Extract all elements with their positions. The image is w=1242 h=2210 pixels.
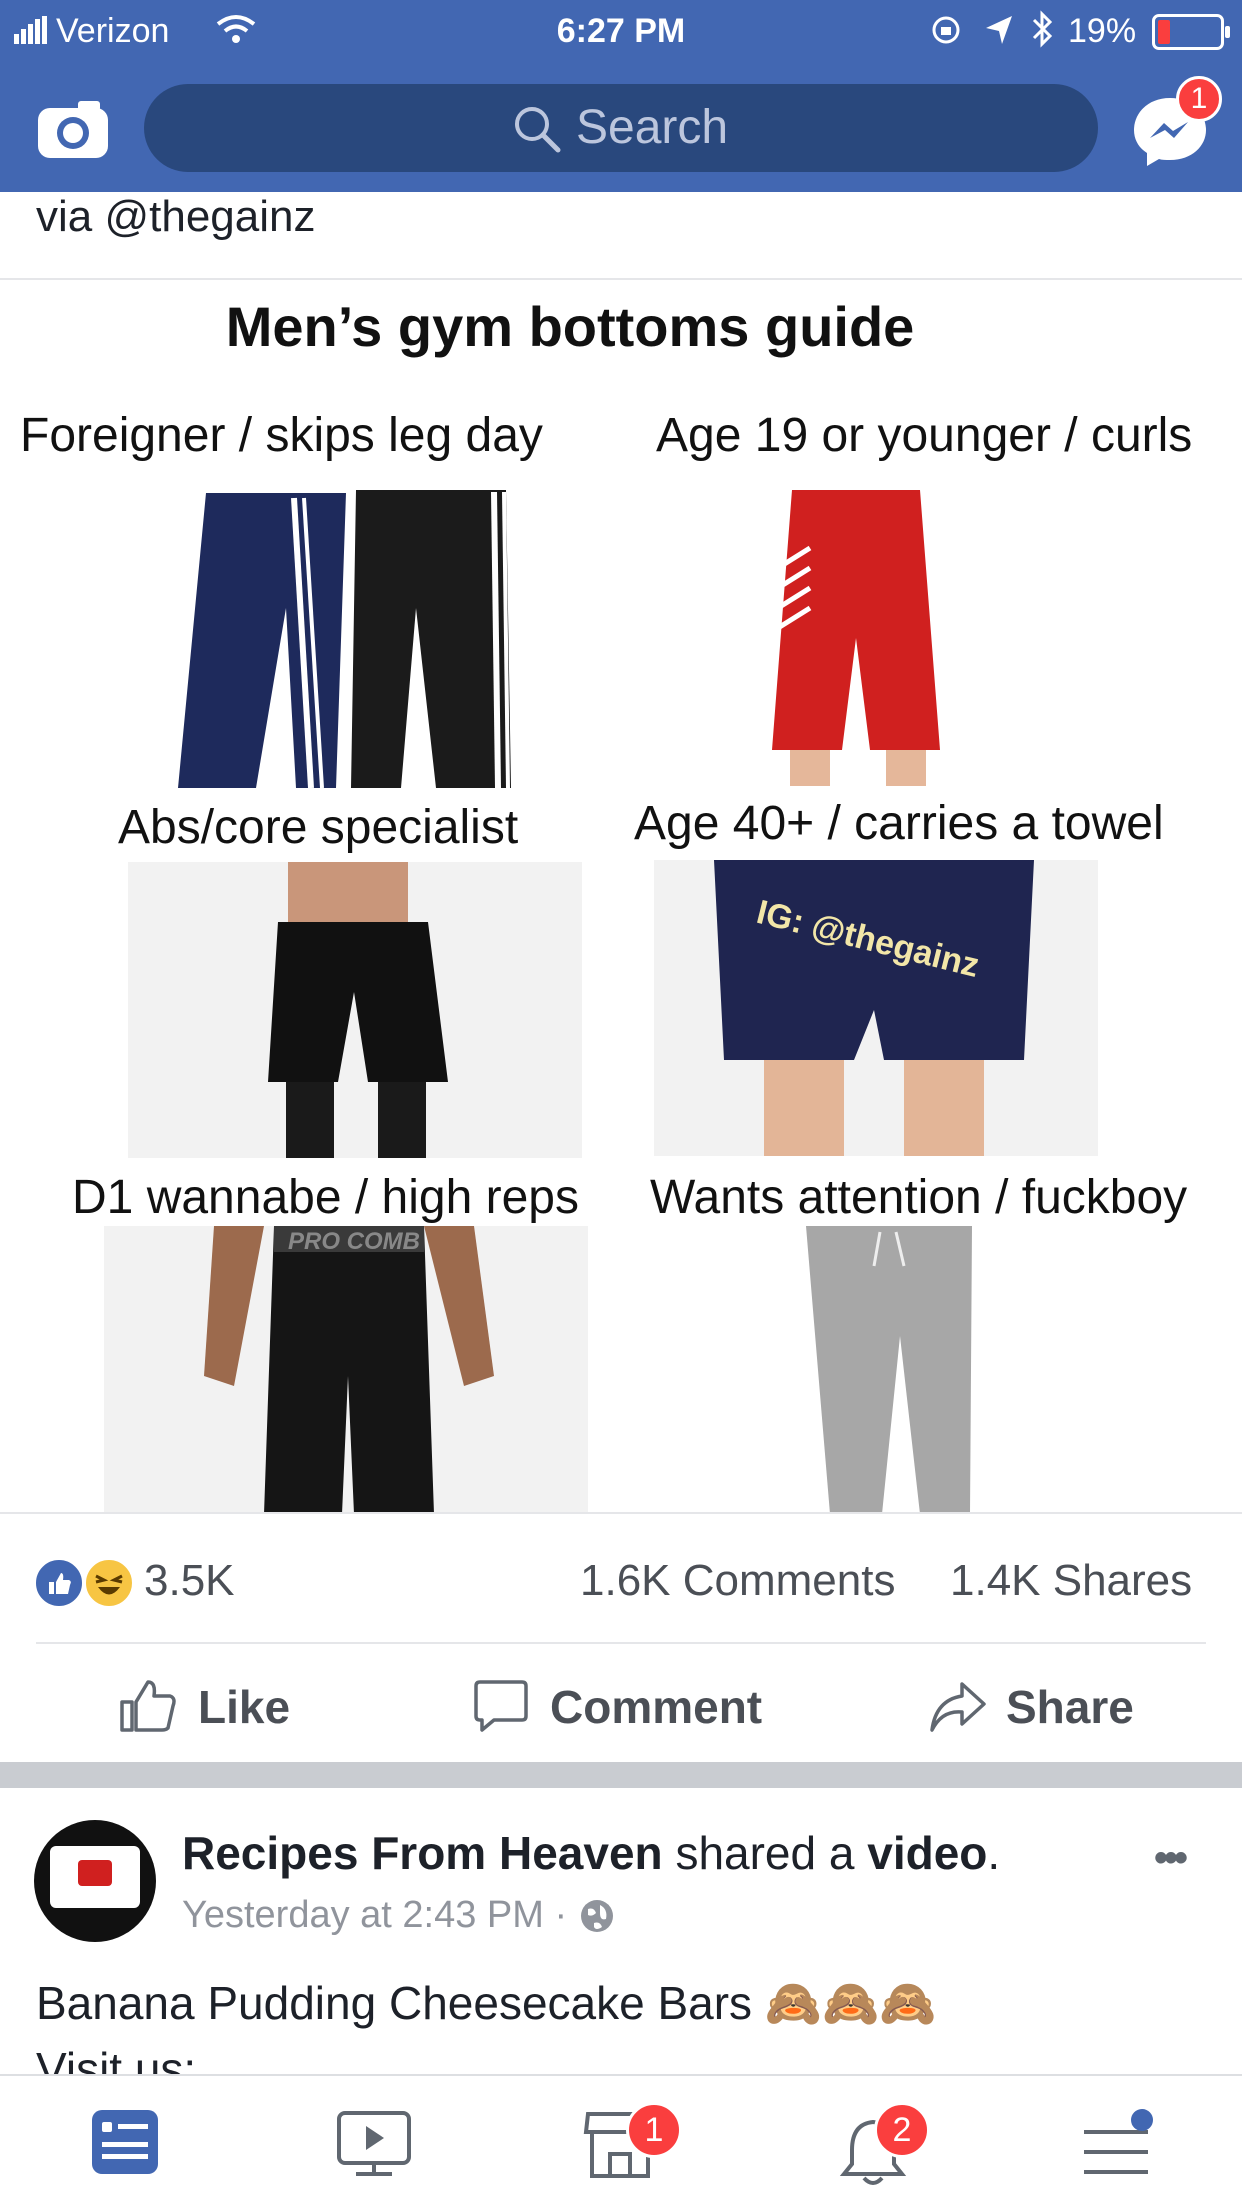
track-pants-image xyxy=(178,490,511,789)
shared-a-text: shared a xyxy=(675,1827,855,1879)
video-watch-icon[interactable] xyxy=(336,2110,412,2180)
post-body-text: Banana Pudding Cheesecake Bars 🙈🙈🙈 xyxy=(36,1977,937,2029)
comment-icon xyxy=(474,1680,528,1732)
location-icon xyxy=(986,16,1012,44)
bottom-tab-bar: 1 2 xyxy=(0,2074,1242,2210)
post-header: Recipes From Heaven shared a video. xyxy=(182,1826,1000,1880)
more-options-icon[interactable]: ••• xyxy=(1154,1836,1188,1881)
like-reaction-icon xyxy=(34,1558,84,1608)
waistband-text: PRO COMB xyxy=(288,1228,420,1255)
meme-caption: Abs/core specialist xyxy=(118,801,519,854)
divider xyxy=(0,1512,1242,1514)
meme-caption: Foreigner / skips leg day xyxy=(20,409,543,462)
battery-icon xyxy=(1152,14,1230,50)
camera-icon[interactable] xyxy=(36,98,110,160)
bluetooth-icon xyxy=(1032,10,1053,48)
search-placeholder: Search xyxy=(576,101,729,154)
compression-tights-image: PRO COMB xyxy=(104,1226,588,1514)
shares-count[interactable]: 1.4K Shares xyxy=(950,1556,1192,1606)
news-feed-icon[interactable] xyxy=(90,2108,160,2176)
notifications-badge: 2 xyxy=(874,2102,930,2158)
marketplace-badge: 1 xyxy=(626,2102,682,2158)
feed-separator xyxy=(0,1762,1242,1788)
red-shorts-image xyxy=(772,490,940,786)
reactions-count[interactable]: 3.5K xyxy=(144,1556,235,1606)
battery-percent: 19% xyxy=(1068,12,1137,50)
orientation-lock-icon xyxy=(932,16,960,44)
post-text: via @thegainz xyxy=(36,192,316,241)
meme-caption: Age 19 or younger / curls xyxy=(656,409,1193,462)
divider xyxy=(36,1642,1206,1644)
navy-shorts-image: IG: @thegainz xyxy=(654,860,1098,1156)
period-text: . xyxy=(987,1827,1001,1879)
gray-joggers-image xyxy=(806,1226,972,1514)
share-button[interactable]: Share xyxy=(928,1672,1168,1742)
video-link[interactable]: video xyxy=(867,1827,987,1879)
share-icon xyxy=(930,1682,986,1732)
nav-bar: Search 1 xyxy=(0,62,1242,192)
meme-caption: Age 40+ / carries a towel xyxy=(634,797,1164,850)
like-label: Like xyxy=(198,1681,291,1733)
timestamp-text: Yesterday at 2:43 PM · xyxy=(182,1894,568,1936)
status-bar: Verizon 6:27 PM 19% xyxy=(0,0,1242,62)
meme-title: Men’s gym bottoms guide xyxy=(225,295,915,358)
meme-caption: Wants attention / fuckboy xyxy=(650,1171,1188,1224)
comments-count[interactable]: 1.6K Comments xyxy=(580,1556,895,1606)
menu-icon[interactable] xyxy=(1080,2106,1160,2180)
meme-caption: D1 wannabe / high reps xyxy=(72,1171,579,1224)
post-timestamp[interactable]: Yesterday at 2:43 PM · xyxy=(182,1894,616,1937)
black-shorts-image xyxy=(128,862,582,1158)
search-input[interactable]: Search xyxy=(144,84,1098,172)
search-icon xyxy=(515,107,561,153)
comment-button[interactable]: Comment xyxy=(472,1672,792,1742)
share-label: Share xyxy=(1006,1681,1134,1733)
page-name-link[interactable]: Recipes From Heaven xyxy=(182,1827,663,1879)
like-button[interactable]: Like xyxy=(118,1672,358,1742)
haha-reaction-icon xyxy=(84,1558,134,1608)
globe-icon xyxy=(580,1900,613,1932)
status-time: 6:27 PM xyxy=(556,12,686,50)
page-avatar[interactable] xyxy=(34,1820,156,1942)
comment-label: Comment xyxy=(550,1681,763,1733)
messenger-badge: 1 xyxy=(1176,76,1222,122)
thumbs-up-icon xyxy=(120,1680,176,1732)
